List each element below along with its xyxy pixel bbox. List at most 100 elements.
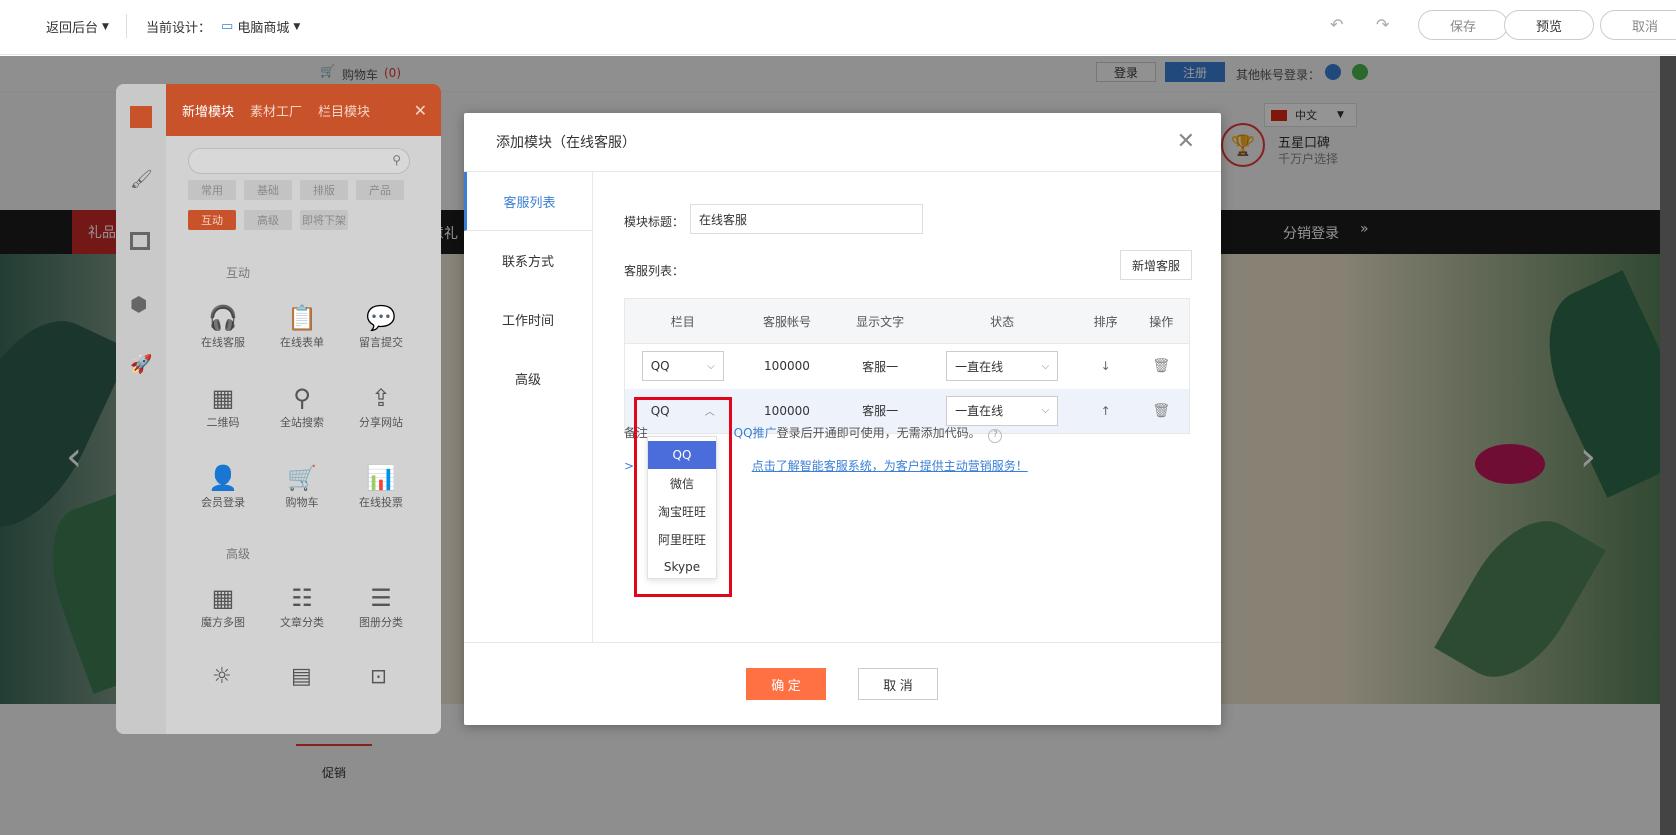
scrollbar[interactable] — [1660, 56, 1676, 835]
tab-new-module[interactable]: 新增模块 — [182, 101, 234, 120]
layout-icon[interactable] — [130, 232, 150, 250]
smart-service-link[interactable]: 点击了解智能客服系统，为客户提供主动营销服务！ — [752, 459, 1028, 473]
search-icon: ⚲ — [293, 384, 311, 412]
module-label: 分享网站 — [359, 416, 403, 429]
module-title-label: 模块标题： — [624, 215, 685, 229]
clipboard-icon: 📋 — [287, 304, 317, 332]
close-icon[interactable]: ✕ — [414, 101, 427, 120]
column-header: 客服帐号 — [740, 298, 834, 344]
section-title: 高级 — [226, 547, 251, 561]
module-article-category[interactable]: ☷ 文章分类 — [267, 584, 337, 630]
sort-up-button[interactable]: ↑ — [1077, 388, 1134, 434]
qrcode-icon: ▦ — [211, 384, 235, 412]
tab-material-factory[interactable]: 素材工厂 — [250, 101, 302, 120]
hexagon-icon[interactable]: ⬢ — [130, 292, 147, 316]
dialog-title: 添加模块（在线客服） — [496, 135, 636, 151]
document-list-icon: ☷ — [291, 584, 313, 612]
tab-label: 客服列表 — [503, 195, 556, 211]
module-share[interactable]: ⇪ 分享网站 — [346, 384, 416, 430]
channel-dropdown-list: QQ 微信 淘宝旺旺 阿里旺旺 Skype — [647, 436, 717, 579]
sort-down-button[interactable]: ↓ — [1078, 344, 1134, 389]
help-icon[interactable]: ? — [988, 429, 1003, 443]
dropdown-option-taobao-wangwang[interactable]: 淘宝旺旺 — [648, 497, 716, 525]
module-online-form[interactable]: 📋 在线表单 — [267, 304, 337, 350]
filter-tag[interactable]: 产品 — [356, 180, 404, 200]
tab-work-hours[interactable]: 工作时间 — [464, 290, 592, 349]
select-value: QQ — [650, 359, 670, 374]
cancel-button[interactable]: 取 消 — [858, 668, 938, 700]
redo-icon[interactable]: ↷ — [1376, 15, 1389, 34]
dropdown-option-ali-wangwang[interactable]: 阿里旺旺 — [648, 525, 716, 553]
module-magic-images[interactable]: ▦ 魔方多图 — [188, 584, 258, 630]
chevron-down-icon: ▼ — [293, 21, 301, 32]
qq-promo-link[interactable]: QQ推广 — [734, 426, 777, 440]
dialog-header: 添加模块（在线客服） — [464, 113, 1221, 172]
trash-icon[interactable]: 🗑 — [1152, 403, 1170, 419]
tab-column-module[interactable]: 栏目模块 — [318, 101, 370, 120]
back-to-admin-button[interactable]: 返回后台 ▼ — [46, 17, 109, 36]
user-icon: 👤 — [208, 464, 238, 492]
service-account: 100000 — [764, 359, 810, 374]
module-album-category[interactable]: ☰ 图册分类 — [346, 584, 416, 630]
cancel-button[interactable]: 取消 — [1600, 10, 1676, 40]
module-qrcode[interactable]: ▦ 二维码 — [188, 384, 258, 430]
tab-advanced[interactable]: 高级 — [464, 349, 592, 408]
filter-tag[interactable]: 常用 — [188, 180, 236, 200]
column-header: 显示文字 — [833, 298, 927, 344]
divider — [126, 14, 127, 38]
add-service-button[interactable]: 新增客服 — [1120, 250, 1192, 280]
filter-tag-active[interactable]: 互动 — [188, 210, 236, 230]
cart-icon: 🛒 — [287, 464, 317, 492]
filter-tag[interactable]: 基础 — [244, 180, 292, 200]
dropdown-option-wechat[interactable]: 微信 — [648, 469, 716, 497]
preview-button[interactable]: 预览 — [1504, 10, 1594, 40]
module-label: 在线投票 — [359, 496, 403, 509]
close-icon[interactable]: ✕ — [1177, 129, 1195, 154]
channel-select[interactable]: QQ ⌵ — [641, 351, 724, 382]
column-header: 排序 — [1077, 298, 1134, 344]
module-label: 魔方多图 — [201, 616, 245, 629]
module-message[interactable]: 💬 留言提交 — [346, 304, 416, 350]
filter-tag[interactable]: 排版 — [300, 180, 348, 200]
trash-icon[interactable]: 🗑 — [1152, 358, 1170, 374]
select-value: QQ — [650, 403, 670, 418]
column-header: 栏目 — [624, 298, 741, 344]
chevron-down-icon: ▼ — [102, 21, 109, 32]
filter-tag[interactable]: 即将下架 — [300, 210, 348, 230]
dialog-side-tabs: 客服列表 联系方式 工作时间 高级 — [464, 172, 593, 642]
tab-contact[interactable]: 联系方式 — [464, 231, 592, 290]
module-member-login[interactable]: 👤 会员登录 — [188, 464, 258, 510]
dropdown-option-skype[interactable]: Skype — [648, 553, 716, 581]
module-label: 留言提交 — [359, 336, 403, 349]
save-button[interactable]: 保存 — [1418, 10, 1508, 40]
sun-icon[interactable]: ☼ — [212, 664, 232, 689]
tab-label: 联系方式 — [501, 255, 554, 270]
dialog-footer: 确 定 取 消 — [464, 642, 1221, 725]
channel-select-open[interactable]: QQ ︿ — [641, 395, 724, 426]
module-online-service[interactable]: 🎧 在线客服 — [188, 304, 258, 350]
module-cart[interactable]: 🛒 购物车 — [267, 464, 337, 510]
current-design-selector[interactable]: 当前设计： ▭ 电脑商城 ▼ — [146, 17, 300, 36]
page-number-icon[interactable]: ⊡ — [370, 664, 387, 688]
confirm-button[interactable]: 确 定 — [746, 668, 826, 700]
module-title-input[interactable]: 在线客服 — [690, 204, 923, 234]
status-select[interactable]: 一直在线 ⌵ — [946, 351, 1059, 382]
undo-icon[interactable]: ↶ — [1330, 15, 1343, 34]
dropdown-option-qq[interactable]: QQ — [648, 441, 716, 469]
filter-tag[interactable]: 高级 — [244, 210, 292, 230]
editor-search-input[interactable]: ⚲ — [188, 148, 410, 174]
module-label: 二维码 — [206, 416, 240, 429]
tab-service-list[interactable]: 客服列表 — [464, 172, 592, 231]
briefcase-icon[interactable]: ▤ — [291, 664, 312, 689]
module-site-search[interactable]: ⚲ 全站搜索 — [267, 384, 337, 430]
module-vote[interactable]: 📊 在线投票 — [346, 464, 416, 510]
design-prefix: 当前设计： — [146, 21, 212, 36]
grid-icon: ▦ — [211, 584, 235, 612]
section-title: 互动 — [226, 266, 251, 280]
module-editor-panel: 🖌 ⬢ 🚀 新增模块 素材工厂 栏目模块 ✕ ⚲ 常用 基础 排版 产品 互动 … — [116, 84, 441, 734]
album-icon: ☰ — [370, 584, 392, 612]
brush-icon[interactable]: 🖌 — [130, 169, 153, 190]
rocket-icon[interactable]: 🚀 — [130, 354, 152, 375]
add-module-icon[interactable] — [130, 106, 152, 128]
status-select[interactable]: 一直在线 ⌵ — [946, 395, 1059, 426]
